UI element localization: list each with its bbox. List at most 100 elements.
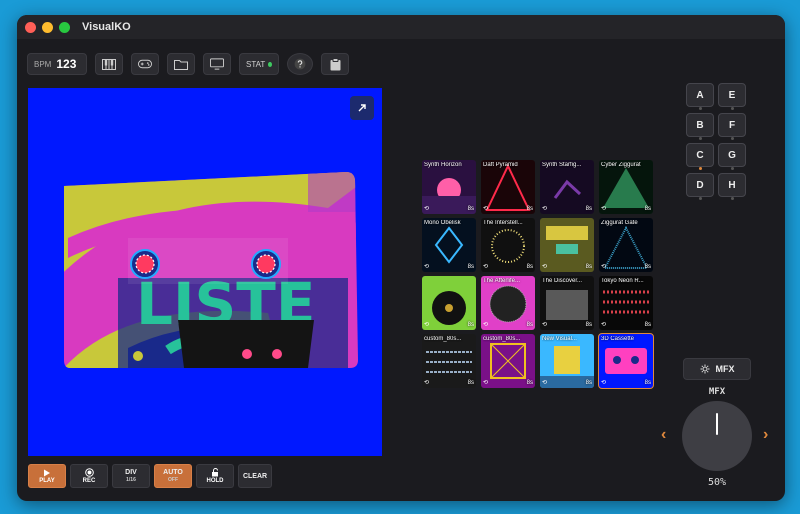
- visual-thumbnail[interactable]: The Afterlife... ⟲ 8s: [481, 276, 535, 330]
- folder-button[interactable]: [167, 53, 195, 75]
- bank-button-d[interactable]: D: [686, 173, 714, 200]
- bpm-label: BPM: [34, 59, 52, 69]
- visual-thumbnail[interactable]: Tokyo Neon R... ⟲ 8s: [599, 276, 653, 330]
- bank-button-f[interactable]: F: [718, 113, 746, 140]
- loop-icon: ⟲: [483, 264, 489, 270]
- clipboard-icon: [330, 57, 340, 70]
- bpm-display[interactable]: BPM 123: [27, 53, 87, 75]
- thumbnail-duration: 8s: [585, 322, 592, 328]
- div-button[interactable]: DIV 1/16: [112, 464, 150, 488]
- thumbnail-duration: 8s: [644, 206, 651, 212]
- piano-button[interactable]: [95, 53, 123, 75]
- thumbnail-duration: 8s: [467, 206, 474, 212]
- loop-icon: ⟲: [483, 322, 489, 328]
- thumbnail-duration: 8s: [585, 264, 592, 270]
- bank-label: D: [696, 179, 704, 191]
- visual-thumbnail[interactable]: Synth Starfig... ⟲ 8s: [540, 160, 594, 214]
- thumbnail-title: Synth Starfig...: [542, 162, 582, 168]
- stat-label: STAT: [246, 59, 266, 69]
- auto-button[interactable]: AUTO OFF: [154, 464, 192, 488]
- bank-button-h[interactable]: H: [718, 173, 746, 200]
- auto-value: OFF: [168, 477, 178, 483]
- help-icon: [294, 58, 306, 70]
- bank-button-g[interactable]: G: [718, 143, 746, 170]
- monitor-button[interactable]: [203, 53, 231, 75]
- visual-thumbnail[interactable]: The Interstell... ⟲ 8s: [481, 218, 535, 272]
- close-window-button[interactable]: [25, 21, 36, 33]
- mfx-knob[interactable]: [682, 401, 752, 471]
- stat-button[interactable]: STAT: [239, 53, 279, 75]
- thumbnail-duration: 8s: [467, 380, 474, 386]
- play-button[interactable]: PLAY: [28, 464, 66, 488]
- thumbnail-title: Tokyo Neon R...: [601, 278, 644, 284]
- visual-library-grid: Synth Horizon ⟲ 8s Daft Pyramid ⟲ 8s Syn…: [422, 160, 655, 389]
- bank-label: F: [728, 119, 736, 131]
- visual-thumbnail[interactable]: The Discover... ⟲ 8s: [540, 276, 594, 330]
- mfx-next-arrow-icon[interactable]: ›: [763, 426, 768, 444]
- bank-label: G: [728, 149, 736, 161]
- piano-icon: [102, 58, 116, 70]
- thumbnail-duration: 8s: [585, 380, 592, 386]
- window-title: VisualKO: [82, 21, 131, 33]
- loop-icon: ⟲: [542, 380, 548, 386]
- thumbnail-title: The Afterlife...: [483, 278, 521, 284]
- div-label: DIV: [125, 469, 137, 476]
- visual-thumbnail[interactable]: custom_80s... ⟲ 8s: [481, 334, 535, 388]
- clear-button[interactable]: CLEAR: [238, 464, 272, 488]
- visual-thumbnail[interactable]: ⟲ 8s: [422, 276, 476, 330]
- visual-thumbnail[interactable]: custom_80s... ⟲ 8s: [422, 334, 476, 388]
- thumbnail-title: Ziggurat Gate: [601, 220, 638, 226]
- bank-indicator: [731, 137, 734, 140]
- thumbnail-duration: 8s: [526, 264, 533, 270]
- visual-thumbnail[interactable]: Mono Obelisk ⟲ 8s: [422, 218, 476, 272]
- bank-label: C: [696, 149, 704, 161]
- transport-bar: PLAY REC DIV 1/16 AUTO OFF HOLD CLEAR: [28, 464, 272, 488]
- loop-icon: ⟲: [542, 206, 548, 212]
- mfx-button[interactable]: MFX: [683, 358, 751, 380]
- thumbnail-duration: 8s: [467, 322, 474, 328]
- visual-thumbnail[interactable]: Synth Horizon ⟲ 8s: [422, 160, 476, 214]
- loop-icon: ⟲: [542, 264, 548, 270]
- app-window: VisualKO BPM 123 STAT LISTE Synth Horizo…: [17, 15, 785, 501]
- visual-thumbnail[interactable]: New Visual... ⟲ 8s: [540, 334, 594, 388]
- gamepad-button[interactable]: [131, 53, 159, 75]
- visual-thumbnail[interactable]: Daft Pyramid ⟲ 8s: [481, 160, 535, 214]
- visual-thumbnail[interactable]: Cyber Ziggurat ⟲ 8s: [599, 160, 653, 214]
- play-icon: [44, 469, 50, 476]
- folder-icon: [174, 59, 188, 70]
- bank-selector: A E B F C G D H: [686, 83, 748, 200]
- cassette-visual: LISTE: [64, 172, 358, 368]
- visual-thumbnail[interactable]: Ziggurat Gate ⟲ 8s: [599, 218, 653, 272]
- help-button[interactable]: [287, 53, 313, 75]
- title-bar: VisualKO: [17, 15, 785, 39]
- hold-button[interactable]: HOLD: [196, 464, 234, 488]
- monitor-icon: [210, 58, 224, 70]
- bank-button-e[interactable]: E: [718, 83, 746, 110]
- thumbnail-duration: 8s: [585, 206, 592, 212]
- thumbnail-duration: 8s: [467, 264, 474, 270]
- visual-thumbnail[interactable]: ⟲ 8s: [540, 218, 594, 272]
- clipboard-button[interactable]: [321, 53, 349, 75]
- bank-label: E: [728, 89, 736, 101]
- loop-icon: ⟲: [601, 380, 607, 386]
- bank-button-a[interactable]: A: [686, 83, 714, 110]
- visual-thumbnail[interactable]: 3D Cassette ⟲ 8s: [598, 333, 654, 389]
- unlock-icon: [211, 468, 218, 477]
- thumbnail-duration: 8s: [644, 380, 651, 386]
- visual-preview[interactable]: LISTE: [28, 88, 382, 456]
- zoom-window-button[interactable]: [59, 21, 70, 33]
- rec-button[interactable]: REC: [70, 464, 108, 488]
- bank-indicator: [731, 107, 734, 110]
- mfx-prev-arrow-icon[interactable]: ‹: [661, 426, 666, 444]
- bank-button-b[interactable]: B: [686, 113, 714, 140]
- bank-button-c[interactable]: C: [686, 143, 714, 170]
- bank-indicator: [699, 197, 702, 200]
- thumbnail-title: Cyber Ziggurat: [601, 162, 641, 168]
- loop-icon: ⟲: [601, 206, 607, 212]
- thumbnail-title: custom_80s...: [424, 336, 462, 342]
- clear-label: CLEAR: [242, 472, 268, 480]
- bank-indicator: [699, 167, 702, 170]
- minimize-window-button[interactable]: [42, 21, 53, 33]
- bank-label: H: [728, 179, 736, 191]
- expand-preview-button[interactable]: [350, 96, 374, 120]
